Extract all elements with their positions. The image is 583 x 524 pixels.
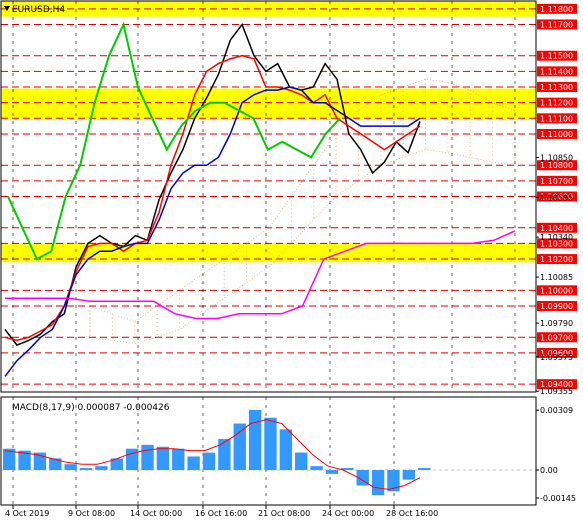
x-tick-label: 21 Oct 08:00 (258, 509, 310, 518)
macd-y-label: -0.00145 (540, 494, 576, 503)
macd-y-label: 0.00309 (540, 406, 573, 415)
chart-title: EURUSD,H4 (12, 5, 65, 15)
macd-bar (325, 470, 339, 474)
price-tag-label: 1.10400 (540, 224, 573, 233)
macd-bar (310, 466, 323, 470)
y-tick-label: 1.09355 (540, 387, 573, 396)
y-tick-label: 1.10850 (540, 153, 573, 162)
macd-bar (79, 468, 93, 470)
price-tag-label: 1.09700 (540, 333, 573, 342)
y-tick-label: 1.10085 (540, 273, 573, 282)
price-tag-label: 1.10200 (540, 255, 573, 264)
price-tag-label: 1.11100 (540, 114, 573, 123)
macd-bar (233, 423, 246, 470)
macd-bar (248, 410, 262, 470)
x-tick-label: 4 Oct 2019 (5, 509, 49, 518)
macd-bar (202, 452, 216, 470)
y-tick-label: 1.10340 (540, 233, 573, 242)
macd-bar (279, 429, 293, 470)
y-tick-label: 1.09575 (540, 353, 573, 362)
macd-bar (141, 444, 154, 470)
macd-bar (402, 470, 415, 480)
macd-bar (218, 439, 231, 470)
price-tag-label: 1.11700 (540, 20, 573, 29)
price-tag-label: 1.09900 (540, 302, 573, 311)
macd-bar (64, 464, 77, 470)
price-tag-label: 1.11200 (540, 99, 573, 108)
macd-bar (95, 466, 108, 470)
price-tag-label: 1.10800 (540, 161, 573, 170)
x-tick-label: 28 Oct 16:00 (386, 509, 438, 518)
price-tag-label: 1.11400 (540, 67, 573, 76)
y-tick-label: 1.10595 (540, 193, 573, 202)
macd-label: MACD(8,17,9) 0.000087 -0.000426 (12, 403, 170, 413)
price-tag-label: 1.11800 (540, 5, 573, 14)
price-tag-label: 1.11000 (540, 130, 573, 139)
x-tick-label: 9 Oct 08:00 (68, 509, 115, 518)
x-tick-label: 14 Oct 00:00 (130, 509, 182, 518)
macd-bar (418, 468, 431, 470)
macd-bar (264, 417, 277, 470)
x-tick-label: 16 Oct 16:00 (195, 509, 247, 518)
price-tag-label: 1.11500 (540, 52, 573, 61)
chart: 0.00309 0.00 -0.00145 EURUSD,H4 MACD(8,17,… (0, 0, 583, 524)
macd-bar (295, 452, 308, 470)
yellow-zone (1, 88, 536, 120)
macd-bar (172, 448, 185, 470)
price-tag-label: 1.10000 (540, 286, 573, 295)
price-tag-label: 1.10700 (540, 177, 573, 186)
macd-bar (187, 456, 200, 470)
macd-y-label: 0.00 (540, 466, 558, 475)
price-tag-label: 1.11300 (540, 83, 573, 92)
macd-bar (156, 446, 170, 470)
x-tick-label: 24 Oct 00:00 (322, 509, 374, 518)
y-tick-label: 1.09790 (540, 319, 573, 328)
macd-bar (371, 470, 385, 496)
